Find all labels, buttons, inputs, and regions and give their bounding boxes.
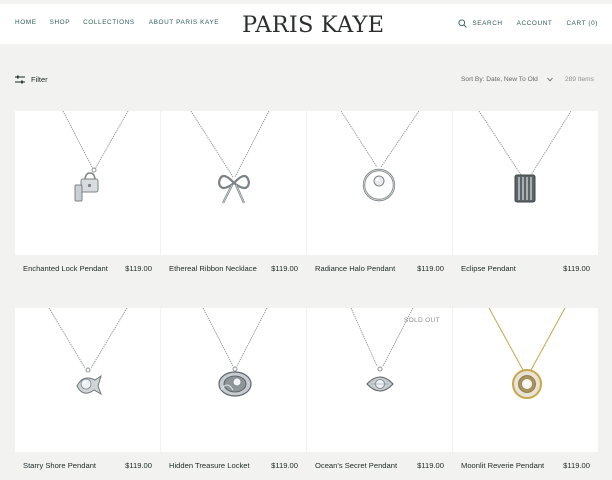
product-name[interactable]: Radiance Halo Pendant	[315, 264, 395, 273]
product-name[interactable]: Ocean's Secret Pendant	[315, 461, 397, 470]
nav-shop-link[interactable]: SHOP	[50, 19, 71, 26]
nav-collections-link[interactable]: COLLECTIONS	[83, 19, 135, 26]
ribbon-necklace-image	[190, 111, 270, 204]
sort-label: Sort By: Date, New To Old	[461, 76, 538, 83]
product-price: $119.00	[125, 461, 152, 470]
product-image[interactable]	[15, 111, 160, 255]
product-name[interactable]: Ethereal Ribbon Necklace	[169, 264, 257, 273]
halo-pendant-image	[340, 111, 420, 202]
product-image[interactable]	[15, 308, 160, 452]
product-name[interactable]: Eclipse Pendant	[461, 264, 516, 273]
product-image[interactable]	[161, 308, 306, 452]
product-price: $119.00	[417, 264, 444, 273]
lock-pendant-image	[62, 111, 129, 202]
product-name[interactable]: Hidden Treasure Locket	[169, 461, 250, 470]
product-image[interactable]	[453, 111, 598, 255]
treasure-locket-image	[202, 308, 268, 397]
filter-button[interactable]: Filter	[15, 75, 48, 84]
starry-shore-pendant-image	[48, 308, 128, 396]
product-price: $119.00	[563, 461, 590, 470]
product-name[interactable]: Enchanted Lock Pendant	[23, 264, 108, 273]
nav-about-link[interactable]: ABOUT PARIS KAYE	[149, 19, 219, 26]
nav-home-link[interactable]: HOME	[15, 19, 37, 26]
sort-dropdown[interactable]: Sort By: Date, New To Old	[461, 76, 553, 83]
account-link[interactable]: ACCOUNT	[517, 20, 553, 27]
product-price: $119.00	[417, 461, 444, 470]
moonlit-reverie-pendant-image	[488, 308, 566, 399]
product-name[interactable]: Starry Shore Pendant	[23, 461, 96, 470]
primary-nav: HOME SHOP COLLECTIONS ABOUT PARIS KAYE	[15, 19, 219, 26]
search-label: SEARCH	[472, 20, 503, 27]
item-count: 289 Items	[565, 76, 594, 83]
product-price: $119.00	[125, 264, 152, 273]
brand-logo[interactable]: PARIS KAYE	[242, 10, 384, 40]
search-icon	[458, 19, 468, 28]
product-image[interactable]	[161, 111, 306, 255]
oceans-secret-pendant-image	[350, 308, 414, 392]
product-price: $119.00	[563, 264, 590, 273]
site-header: HOME SHOP COLLECTIONS ABOUT PARIS KAYE P…	[0, 4, 612, 44]
search-button[interactable]: SEARCH	[458, 19, 502, 28]
chevron-down-icon	[547, 77, 553, 82]
product-image[interactable]	[307, 308, 452, 452]
filter-label: Filter	[31, 75, 48, 84]
sliders-icon	[15, 75, 25, 84]
product-price: $119.00	[271, 461, 298, 470]
product-image[interactable]	[307, 111, 452, 255]
product-price: $119.00	[271, 264, 298, 273]
utility-nav: SEARCH ACCOUNT CART (0)	[458, 19, 598, 28]
product-image[interactable]	[453, 308, 598, 452]
eclipse-pendant-image	[478, 111, 572, 203]
sold-out-badge: SOLD OUT	[403, 317, 440, 324]
product-name[interactable]: Moonlit Reverie Pendant	[461, 461, 544, 470]
cart-link[interactable]: CART (0)	[566, 20, 598, 27]
